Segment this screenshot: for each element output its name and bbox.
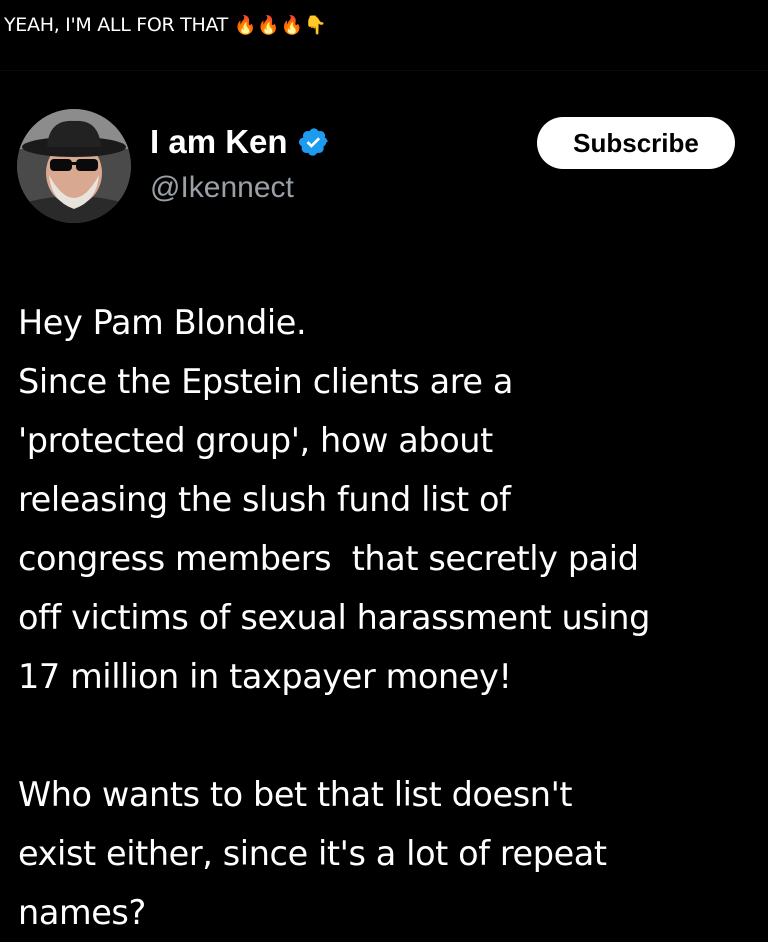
post-line: names? (18, 893, 146, 932)
author-name-text: I am Ken (150, 123, 288, 160)
avatar[interactable] (17, 109, 131, 223)
post-line: Who wants to bet that list doesn't (18, 775, 573, 814)
post-line: congress members that secretly paid (18, 539, 639, 578)
post-line: exist either, since it's a lot of repeat (18, 834, 607, 873)
post-body: Hey Pam Blondie. Since the Epstein clien… (18, 293, 763, 942)
post-line: Hey Pam Blondie. (18, 303, 307, 342)
post-line: 'protected group', how about (18, 421, 493, 460)
post-line: 17 million in taxpayer money! (18, 657, 512, 696)
avatar-icon (17, 109, 131, 223)
post-line: Since the Epstein clients are a (18, 362, 513, 401)
post-line-blank (18, 706, 763, 765)
subscribe-button[interactable]: Subscribe (537, 117, 735, 169)
post-line: off victims of sexual harassment using (18, 598, 650, 637)
author-name[interactable]: I am Ken (150, 123, 330, 161)
post-card: I am Ken @Ikennect Subscribe Hey Pam Blo… (0, 70, 768, 932)
fire-emoji-icons: 🔥🔥🔥👇 (234, 14, 328, 36)
caption-text: YEAH, I'M ALL FOR THAT (4, 14, 228, 36)
author-handle[interactable]: @Ikennect (150, 171, 294, 205)
post-line: releasing the slush fund list of (18, 480, 511, 519)
caption-bar: YEAH, I'M ALL FOR THAT 🔥🔥🔥👇 (0, 0, 768, 62)
verified-badge-icon (298, 126, 330, 158)
caption: YEAH, I'M ALL FOR THAT 🔥🔥🔥👇 (4, 14, 328, 36)
